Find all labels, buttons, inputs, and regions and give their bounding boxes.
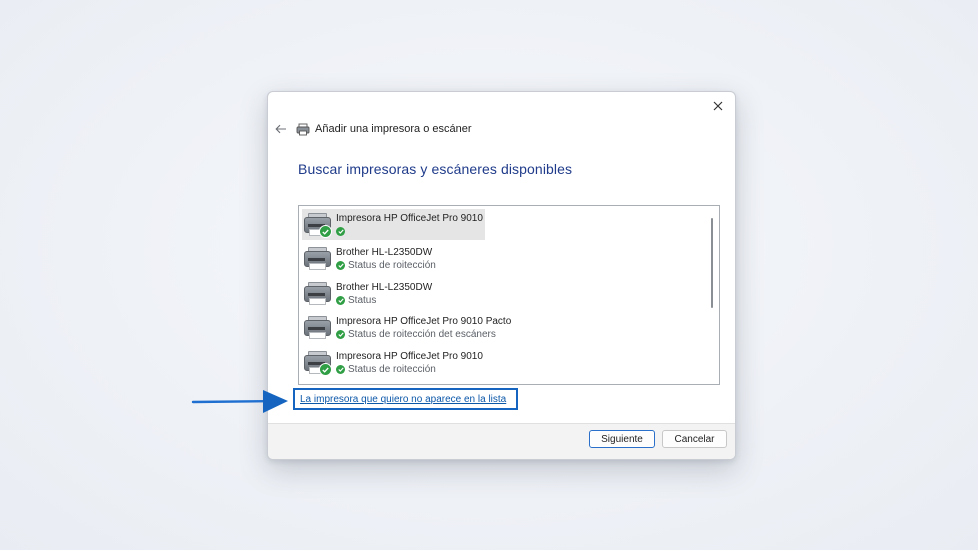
back-button[interactable]: [274, 122, 288, 136]
printer-name: Brother HL-L2350DW: [336, 247, 433, 258]
printer-status-text: Status de roitección det escáners: [348, 329, 496, 340]
status-check-icon: [336, 261, 345, 270]
printer-name: Brother HL-L2350DW: [336, 282, 433, 293]
printer-icon: [296, 122, 310, 136]
printer-icon: [302, 211, 332, 239]
printer-icon: [302, 280, 332, 308]
printer-list-item[interactable]: Brother HL-L2350DW Status de roitección: [302, 243, 482, 274]
close-button[interactable]: [707, 95, 729, 117]
printer-name: Impresora HP OfficeJet Pro 9010: [336, 213, 483, 224]
printer-status: Status de roitección: [336, 363, 483, 376]
printer-status-text: Status de roitección: [348, 260, 436, 271]
check-badge-icon: [319, 363, 332, 376]
printer-not-listed-link[interactable]: La impresora que quiero no aparece en la…: [300, 394, 506, 405]
check-badge-icon: [319, 225, 332, 238]
link-highlight-box: La impresora que quiero no aparece en la…: [293, 388, 518, 410]
status-check-icon: [336, 227, 345, 236]
printer-status-text: Status de roitección: [348, 364, 436, 375]
printer-list-item[interactable]: Brother HL-L2350DW Status: [302, 278, 482, 309]
printer-status: Status: [336, 294, 432, 307]
status-check-icon: [336, 365, 345, 374]
printer-icon: [302, 245, 332, 273]
add-printer-dialog: Añadir una impresora o escáner Buscar im…: [267, 91, 736, 460]
close-icon: [713, 101, 723, 111]
page-heading: Buscar impresoras y escáneres disponible…: [298, 161, 573, 177]
status-check-icon: [336, 296, 345, 305]
printer-list-item[interactable]: Impresora HP OfficeJet Pro 9010 Pacto Sta…: [302, 312, 511, 343]
cancel-button[interactable]: Cancelar: [662, 430, 727, 448]
status-check-icon: [336, 330, 345, 339]
printer-name: Impresora HP OfficeJet Pro 9010 Pacto: [336, 316, 512, 327]
printer-status: Status de roitección det escáners: [336, 328, 511, 341]
next-button[interactable]: Siguiente: [589, 430, 655, 448]
scrollbar[interactable]: [711, 218, 713, 308]
pointer-arrow-icon: [191, 390, 288, 413]
printer-list-item[interactable]: Impresora HP OfficeJet Pro 9010: [302, 209, 485, 240]
printer-icon: [302, 349, 332, 377]
printer-list[interactable]: Impresora HP OfficeJet Pro 9010 Brother H…: [298, 205, 720, 385]
dialog-title: Añadir una impresora o escáner: [315, 123, 472, 135]
printer-status: Status de roitección: [336, 259, 436, 272]
title-bar: Añadir una impresora o escáner: [274, 120, 472, 138]
printer-list-item[interactable]: Impresora HP OfficeJet Pro 9010 Status de…: [302, 347, 483, 378]
printer-status-text: Status: [348, 295, 377, 306]
printer-status: [336, 225, 483, 238]
dialog-footer: Siguiente Cancelar: [268, 423, 735, 459]
printer-name: Impresora HP OfficeJet Pro 9010: [336, 351, 483, 362]
back-arrow-icon: [275, 124, 286, 134]
printer-icon: [302, 314, 332, 342]
